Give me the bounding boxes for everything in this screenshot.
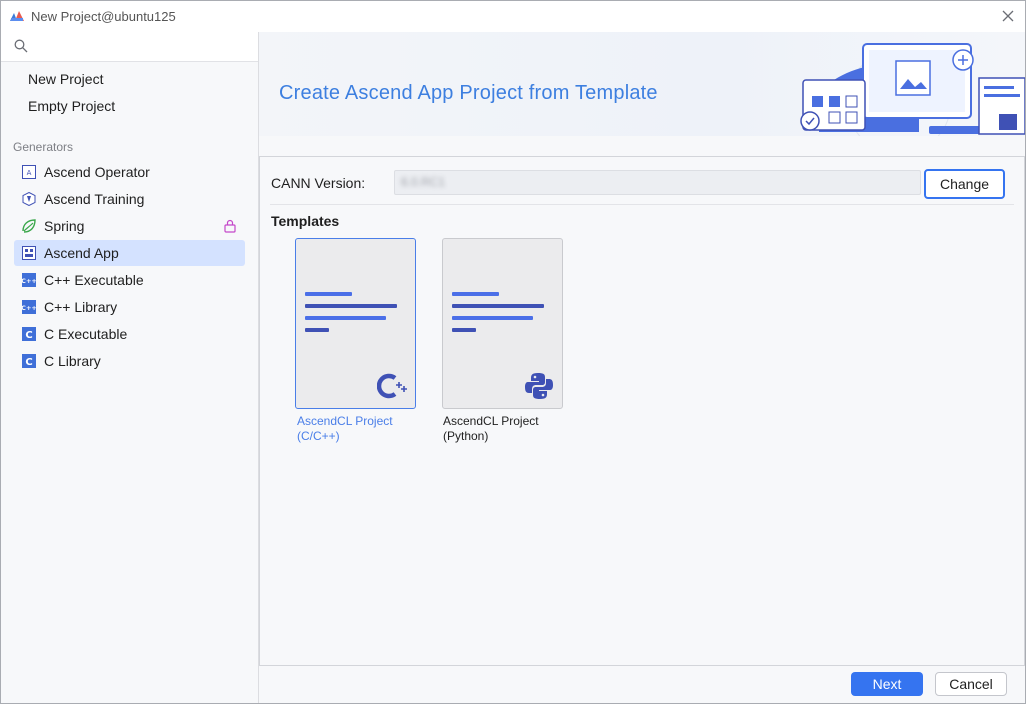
title-bar: New Project@ubuntu125	[1, 1, 1025, 32]
search-icon	[14, 39, 28, 53]
new-project-window: New Project@ubuntu125 New Project Empty …	[0, 0, 1026, 704]
preview-line	[452, 316, 533, 320]
sidebar-item-spring[interactable]: Spring	[14, 213, 245, 239]
sidebar-item-c-library[interactable]: C C Library	[14, 348, 245, 374]
lock-icon	[224, 219, 236, 233]
window-title: New Project@ubuntu125	[31, 9, 176, 24]
templates-heading: Templates	[271, 213, 340, 229]
app-logo-icon	[10, 11, 24, 21]
ascend-app-icon	[22, 246, 36, 260]
svg-text:C++: C++	[22, 304, 36, 312]
preview-line	[452, 292, 499, 296]
sidebar-item-label: C++ Executable	[44, 272, 144, 288]
preview-line	[452, 328, 476, 332]
divider	[270, 204, 1014, 205]
sidebar-item-label: Ascend Operator	[44, 164, 150, 180]
cann-version-field: 6.0.RC1	[394, 170, 921, 195]
template-label-cpp: AscendCL Project (C/C++)	[297, 414, 393, 443]
ascend-operator-icon: A	[22, 165, 36, 179]
preview-line	[305, 328, 329, 332]
cancel-button[interactable]: Cancel	[935, 672, 1007, 696]
search-row	[1, 32, 258, 62]
preview-line	[452, 304, 544, 308]
sidebar-item-ascend-app[interactable]: Ascend App	[14, 240, 245, 266]
generators-section-label: Generators	[13, 140, 74, 154]
change-button[interactable]: Change	[924, 169, 1005, 199]
preview-line	[305, 304, 397, 308]
cpp-logo-icon	[377, 373, 407, 399]
template-label-python: AscendCL Project (Python)	[443, 414, 539, 443]
banner: Create Ascend App Project from Template	[259, 32, 1025, 136]
sidebar-item-label: Ascend Training	[44, 191, 145, 207]
search-input[interactable]	[35, 35, 254, 59]
svg-text:C++: C++	[22, 277, 36, 285]
svg-text:C: C	[25, 330, 32, 341]
cpp-icon: C++	[22, 273, 36, 287]
template-card-cpp[interactable]	[295, 238, 416, 409]
sidebar-item-ascend-training[interactable]: Ascend Training	[14, 186, 245, 212]
sidebar: New Project Empty Project Generators A A…	[1, 32, 259, 703]
sidebar-item-label: Spring	[44, 218, 85, 234]
template-content: CANN Version: 6.0.RC1 Change Templates A…	[259, 156, 1025, 666]
sidebar-item-label: C Library	[44, 353, 101, 369]
sidebar-item-label: Ascend App	[44, 245, 119, 261]
cann-version-label: CANN Version:	[271, 175, 366, 191]
next-button[interactable]: Next	[851, 672, 923, 696]
sidebar-item-empty-project[interactable]: Empty Project	[28, 98, 115, 114]
sidebar-item-ascend-operator[interactable]: A Ascend Operator	[14, 159, 245, 185]
spring-icon	[22, 219, 36, 233]
python-logo-icon	[525, 373, 553, 399]
c-icon: C	[22, 354, 36, 368]
ascend-training-icon	[22, 192, 36, 206]
page-title: Create Ascend App Project from Template	[279, 82, 658, 104]
sidebar-item-c-executable[interactable]: C C Executable	[14, 321, 245, 347]
sidebar-item-cpp-library[interactable]: C++ C++ Library	[14, 294, 245, 320]
svg-text:A: A	[27, 169, 32, 177]
main-panel: Create Ascend App Project from Template	[259, 32, 1025, 703]
template-card-python[interactable]	[442, 238, 563, 409]
close-icon[interactable]	[999, 7, 1017, 25]
cpp-icon: C++	[22, 300, 36, 314]
banner-illustration-icon	[800, 43, 1025, 136]
preview-line	[305, 292, 352, 296]
cann-version-value: 6.0.RC1	[401, 175, 446, 189]
sidebar-item-new-project[interactable]: New Project	[28, 71, 103, 87]
svg-text:C: C	[25, 357, 32, 368]
sidebar-item-cpp-executable[interactable]: C++ C++ Executable	[14, 267, 245, 293]
sidebar-item-label: C++ Library	[44, 299, 118, 315]
preview-line	[305, 316, 386, 320]
sidebar-item-label: C Executable	[44, 326, 128, 342]
c-icon: C	[22, 327, 36, 341]
